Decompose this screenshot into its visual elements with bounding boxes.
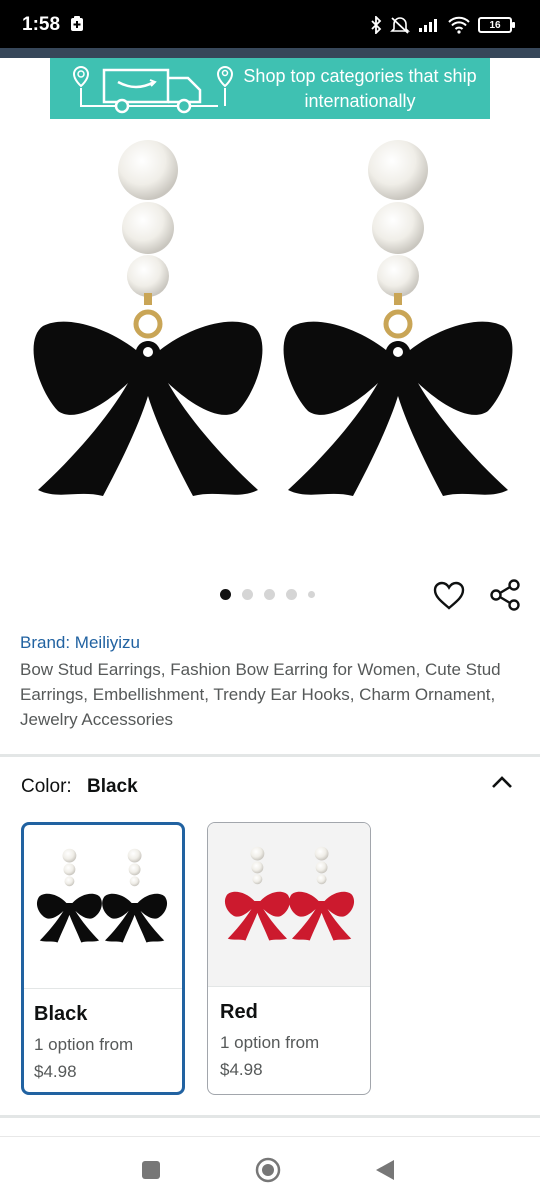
- divider: [0, 1115, 540, 1118]
- product-image[interactable]: [0, 128, 540, 548]
- color-option-black[interactable]: Black 1 option from $4.98: [21, 822, 185, 1095]
- wishlist-heart-icon[interactable]: [432, 580, 466, 612]
- color-option-name: Black: [34, 1003, 88, 1025]
- signal-icon: [419, 19, 437, 32]
- swatch-image-black: [36, 848, 168, 943]
- carousel-dot[interactable]: [286, 589, 297, 600]
- divider: [0, 754, 540, 757]
- swatch-earring-left: [224, 846, 290, 941]
- color-option-availability: 1 option from: [220, 1033, 320, 1052]
- battery-icon: 16: [478, 17, 515, 33]
- status-time: 1:58: [22, 14, 61, 35]
- swatch-earring-right: [102, 848, 168, 943]
- chevron-up-icon[interactable]: [490, 772, 514, 792]
- notification-icon: [71, 16, 83, 31]
- color-option-name: Red: [220, 1001, 258, 1023]
- swatch-earring-left: [36, 848, 102, 943]
- carousel-dots[interactable]: [220, 589, 315, 600]
- product-earring-right: [284, 140, 513, 496]
- color-option-availability: 1 option from: [34, 1035, 134, 1054]
- color-option-red[interactable]: Red 1 option from $4.98: [207, 822, 371, 1095]
- status-bar: 1:58 16: [0, 0, 540, 48]
- color-label-text: Color:: [21, 776, 72, 797]
- system-nav-bar: [0, 1136, 540, 1200]
- mute-icon: [390, 17, 410, 34]
- wifi-icon: [448, 16, 470, 34]
- color-label: Color: Black: [21, 776, 138, 798]
- carousel-dot[interactable]: [308, 591, 315, 598]
- header-strip: [0, 48, 540, 58]
- status-icons: 16: [370, 12, 515, 38]
- color-option-price: $4.98: [220, 1060, 263, 1079]
- carousel-dot[interactable]: [264, 589, 275, 600]
- carousel-dot[interactable]: [220, 589, 231, 600]
- bluetooth-icon: [371, 16, 382, 34]
- battery-level: 16: [489, 19, 501, 31]
- product-title: Bow Stud Earrings, Fashion Bow Earring f…: [20, 660, 501, 729]
- swatch-earring-right: [289, 846, 355, 941]
- back-icon[interactable]: [372, 1157, 398, 1183]
- swatch-divider: [208, 986, 370, 987]
- color-option-price: $4.98: [34, 1062, 77, 1081]
- swatch-image-red: [208, 823, 370, 986]
- swatch-divider: [24, 988, 182, 989]
- recent-apps-icon[interactable]: [138, 1157, 164, 1183]
- home-icon[interactable]: [255, 1157, 281, 1183]
- shipping-banner[interactable]: Shop top categories that ship internatio…: [50, 58, 490, 119]
- product-earring-left: [34, 140, 263, 496]
- banner-text: Shop top categories that ship internatio…: [243, 66, 477, 111]
- carousel-dot[interactable]: [242, 589, 253, 600]
- brand-link[interactable]: Brand: Meiliyizu: [20, 633, 140, 653]
- color-selected-value: Black: [86, 776, 138, 797]
- delivery-truck-icon: [72, 66, 234, 114]
- share-icon[interactable]: [488, 578, 522, 612]
